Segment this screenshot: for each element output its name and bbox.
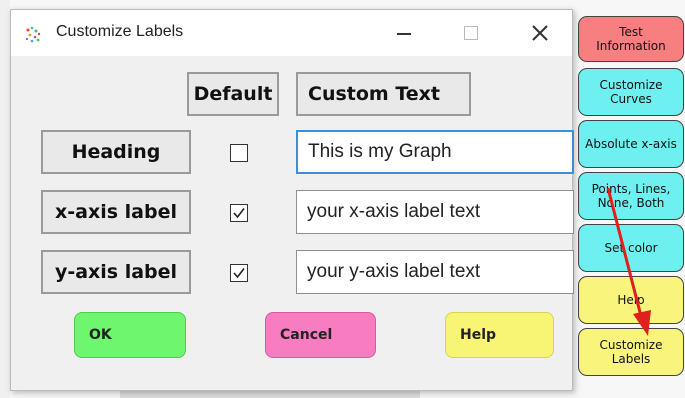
side-button-absolute-x-axis[interactable]: Absolute x-axis [578, 120, 684, 168]
side-button-label: Customize Labels [599, 338, 663, 366]
background-edge [0, 0, 10, 398]
customize-labels-dialog: Customize Labels Default Custom Text Hea… [10, 9, 574, 391]
y-axis-label: y-axis label [41, 250, 191, 294]
help-button[interactable]: Help [445, 312, 554, 358]
cancel-button[interactable]: Cancel [265, 312, 376, 358]
side-button-label: Test Information [596, 25, 666, 53]
app-icon [25, 26, 41, 43]
heading-text-input[interactable] [296, 130, 574, 174]
side-button-label: Customize Curves [599, 78, 663, 106]
checkmark-icon [233, 268, 245, 279]
maximize-button[interactable] [448, 10, 494, 56]
minimize-icon [397, 33, 411, 35]
heading-default-checkbox[interactable] [230, 144, 248, 162]
x-axis-text-input[interactable] [296, 190, 574, 234]
default-column-header: Default [187, 72, 279, 116]
ok-button[interactable]: OK [74, 312, 186, 358]
checkmark-icon [233, 208, 245, 219]
side-button-customize-curves[interactable]: Customize Curves [578, 68, 684, 116]
title-bar: Customize Labels [11, 10, 572, 56]
x-axis-default-checkbox[interactable] [230, 204, 248, 222]
close-icon [532, 25, 548, 41]
maximize-icon [464, 26, 478, 40]
y-axis-default-checkbox[interactable] [230, 264, 248, 282]
side-button-label: Absolute x-axis [585, 137, 677, 151]
x-axis-label: x-axis label [41, 190, 191, 234]
side-button-test-information[interactable]: Test Information [578, 16, 684, 62]
minimize-button[interactable] [381, 10, 427, 56]
heading-label: Heading [41, 130, 191, 174]
close-button[interactable] [517, 10, 563, 56]
annotation-arrow [606, 187, 651, 336]
dialog-title: Customize Labels [56, 23, 184, 40]
y-axis-text-input[interactable] [296, 250, 574, 294]
custom-text-column-header: Custom Text [296, 72, 471, 116]
